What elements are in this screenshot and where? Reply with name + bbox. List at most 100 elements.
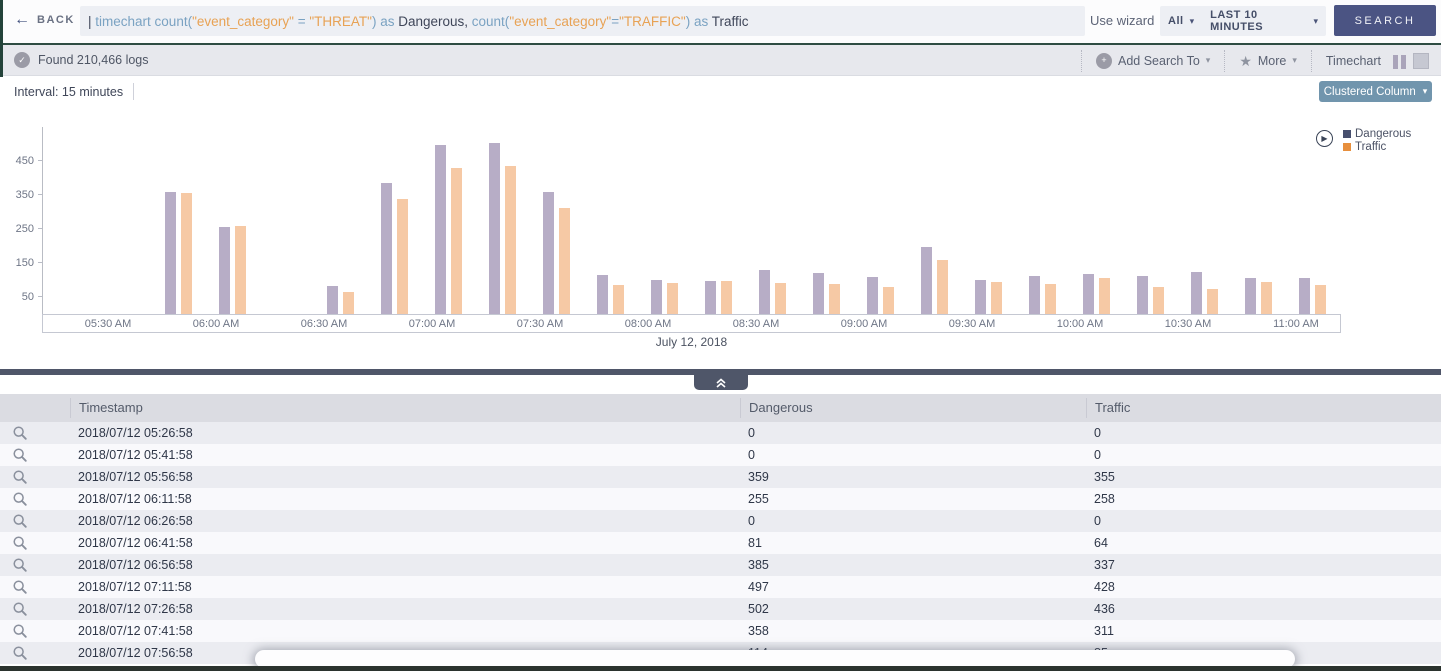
magnifier-icon (12, 645, 28, 661)
found-status: ✓ Found 210,466 logs (14, 52, 149, 68)
collapse-panel-button[interactable] (694, 375, 748, 390)
bar-traffic-09:26[interactable] (937, 260, 948, 314)
bar-dangerous-07:26[interactable] (489, 143, 500, 314)
inspect-row-button[interactable] (0, 469, 70, 485)
x-tick-label: 10:00 AM (1035, 315, 1125, 334)
cell-dangerous: 497 (740, 580, 1086, 594)
inspect-row-button[interactable] (0, 623, 70, 639)
bar-traffic-08:26[interactable] (721, 281, 732, 314)
bar-dangerous-06:11[interactable] (219, 227, 230, 314)
inspect-row-button[interactable] (0, 425, 70, 441)
bar-dangerous-09:26[interactable] (921, 247, 932, 314)
bar-dangerous-08:11[interactable] (651, 280, 662, 314)
legend-swatch-traffic (1343, 143, 1351, 151)
bar-dangerous-06:41[interactable] (327, 286, 338, 314)
bar-traffic-06:56[interactable] (397, 199, 408, 314)
inspect-row-button[interactable] (0, 557, 70, 573)
chart-legend: ▶ Dangerous Traffic (1316, 128, 1411, 153)
table-header-traffic[interactable]: Traffic (1086, 398, 1441, 418)
bar-dangerous-05:56[interactable] (165, 192, 176, 314)
bar-dangerous-07:56[interactable] (597, 275, 608, 314)
cell-timestamp: 2018/07/12 07:26:58 (70, 602, 740, 616)
bar-traffic-10:11[interactable] (1099, 278, 1110, 314)
bar-dangerous-09:56[interactable] (1029, 276, 1040, 314)
time-range-value: LAST 10 MINUTES (1210, 9, 1307, 33)
bar-dangerous-10:26[interactable] (1137, 276, 1148, 314)
cell-timestamp: 2018/07/12 06:56:58 (70, 558, 740, 572)
magnifier-icon (12, 579, 28, 595)
inspect-row-button[interactable] (0, 645, 70, 661)
bar-traffic-08:56[interactable] (829, 284, 840, 314)
column-chart-view-icon[interactable] (1391, 53, 1407, 69)
bar-traffic-10:56[interactable] (1261, 282, 1272, 314)
bar-dangerous-06:56[interactable] (381, 183, 392, 314)
play-icon[interactable]: ▶ (1316, 130, 1333, 147)
bar-traffic-07:26[interactable] (505, 166, 516, 314)
inspect-row-button[interactable] (0, 579, 70, 595)
bar-traffic-08:11[interactable] (667, 283, 678, 314)
chart-type-dropdown[interactable]: Clustered Column ▾ (1319, 81, 1432, 102)
x-axis: 05:30 AM06:00 AM06:30 AM07:00 AM07:30 AM… (42, 314, 1341, 333)
table-row: 2018/07/12 07:41:58358311 (0, 620, 1441, 642)
legend-item-dangerous[interactable]: Dangerous (1343, 128, 1411, 140)
bar-traffic-11:11[interactable] (1315, 285, 1326, 314)
bar-dangerous-09:11[interactable] (867, 277, 878, 314)
bar-traffic-06:11[interactable] (235, 226, 246, 314)
cell-dangerous: 0 (740, 448, 1086, 462)
bar-traffic-07:56[interactable] (613, 285, 624, 314)
bar-traffic-09:11[interactable] (883, 287, 894, 314)
add-search-to-menu[interactable]: + Add Search To ▾ (1082, 51, 1224, 71)
inspect-row-button[interactable] (0, 601, 70, 617)
bar-traffic-09:41[interactable] (991, 282, 1002, 314)
cell-dangerous: 502 (740, 602, 1086, 616)
y-tick-label: 450 (4, 154, 34, 168)
cell-traffic: 311 (1086, 624, 1441, 638)
time-range-dropdown[interactable]: LAST 10 MINUTES ▾ (1202, 9, 1326, 33)
magnifier-icon (12, 491, 28, 507)
table-header-timestamp[interactable]: Timestamp (70, 398, 740, 418)
bar-dangerous-09:41[interactable] (975, 280, 986, 314)
x-axis-date-label: July 12, 2018 (42, 335, 1341, 349)
y-axis: 50150250350450 (0, 127, 42, 314)
cell-traffic: 337 (1086, 558, 1441, 572)
bar-dangerous-08:26[interactable] (705, 281, 716, 314)
inspect-row-button[interactable] (0, 491, 70, 507)
legend-item-traffic[interactable]: Traffic (1343, 141, 1411, 153)
bar-traffic-09:56[interactable] (1045, 284, 1056, 314)
bar-dangerous-10:11[interactable] (1083, 274, 1094, 314)
grid-view-icon[interactable] (1413, 53, 1429, 69)
x-tick-label: 05:30 AM (63, 315, 153, 334)
bar-dangerous-07:41[interactable] (543, 192, 554, 314)
bar-traffic-08:41[interactable] (775, 283, 786, 314)
double-chevron-up-icon (714, 377, 728, 389)
y-tick-label: 350 (4, 188, 34, 202)
search-query-input[interactable]: | timechart count("event_category" = "TH… (80, 6, 1085, 36)
bar-traffic-10:41[interactable] (1207, 289, 1218, 314)
back-button[interactable]: ← BACK (14, 12, 75, 28)
more-menu[interactable]: ★ More ▾ (1225, 51, 1311, 71)
scope-dropdown[interactable]: All ▾ (1160, 15, 1202, 27)
bar-traffic-07:11[interactable] (451, 168, 462, 314)
bar-traffic-05:56[interactable] (181, 193, 192, 314)
found-logs-text: Found 210,466 logs (38, 53, 149, 67)
bar-traffic-06:41[interactable] (343, 292, 354, 314)
inspect-row-button[interactable] (0, 447, 70, 463)
bar-traffic-10:26[interactable] (1153, 287, 1164, 314)
legend-label: Dangerous (1355, 128, 1411, 140)
chevron-down-icon: ▾ (1206, 56, 1211, 65)
inspect-row-button[interactable] (0, 535, 70, 551)
search-button[interactable]: SEARCH (1334, 5, 1436, 36)
use-wizard-link[interactable]: Use wizard (1090, 13, 1154, 28)
bar-dangerous-10:41[interactable] (1191, 272, 1202, 314)
table-header-dangerous[interactable]: Dangerous (740, 398, 1086, 418)
bar-dangerous-10:56[interactable] (1245, 278, 1256, 314)
chevron-down-icon: ▾ (1423, 87, 1428, 96)
cell-dangerous: 0 (740, 426, 1086, 440)
inspect-row-button[interactable] (0, 513, 70, 529)
bar-dangerous-07:11[interactable] (435, 145, 446, 314)
bar-dangerous-11:11[interactable] (1299, 278, 1310, 314)
bar-dangerous-08:56[interactable] (813, 273, 824, 314)
bar-traffic-07:41[interactable] (559, 208, 570, 314)
bar-dangerous-08:41[interactable] (759, 270, 770, 314)
timechart-view-label: Timechart (1312, 54, 1391, 68)
